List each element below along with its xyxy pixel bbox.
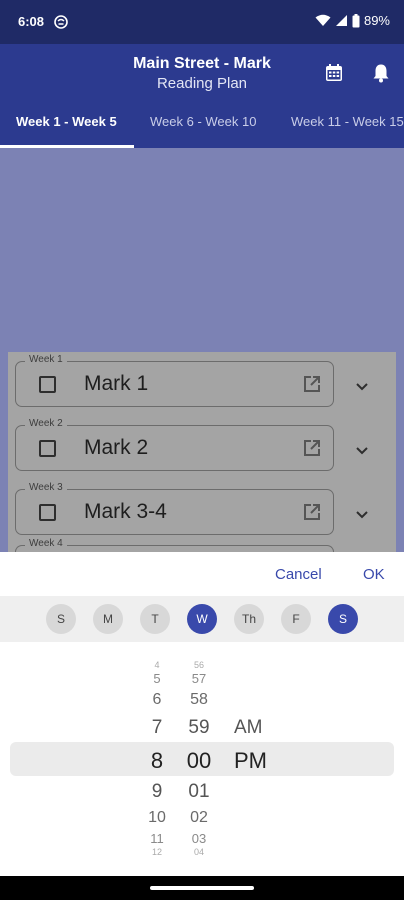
day-toggle-thursday[interactable]: Th: [234, 604, 264, 634]
cancel-button[interactable]: Cancel: [275, 566, 322, 583]
day-toggle-tuesday[interactable]: T: [140, 604, 170, 634]
hour-selected[interactable]: 8: [140, 748, 174, 774]
ok-button[interactable]: OK: [363, 566, 385, 583]
day-toggle-sunday[interactable]: S: [46, 604, 76, 634]
minute-option[interactable]: 01: [180, 781, 218, 803]
calendar-icon: [326, 64, 342, 81]
battery-percent: 89%: [363, 13, 390, 28]
reminder-picker-sheet: Cancel OK S M T W Th F S 4 5 6 7 8 9 10 …: [0, 552, 404, 876]
minute-option[interactable]: 04: [180, 847, 218, 856]
expand-chevron-icon[interactable]: [353, 441, 371, 459]
hour-option[interactable]: 6: [140, 691, 174, 709]
status-bar: 6:08 89%: [0, 0, 404, 44]
day-toggle-monday[interactable]: M: [93, 604, 123, 634]
reading-title: Mark 3-4: [84, 500, 167, 523]
week-label: Week 1: [25, 354, 67, 365]
hour-option[interactable]: 4: [140, 660, 174, 670]
battery-icon: [352, 13, 360, 27]
week-list: Week 1 Mark 1 Week 2 Mark 2 Week 3 Mark …: [8, 352, 396, 565]
minute-option[interactable]: 57: [180, 671, 218, 686]
cell-signal-icon: [335, 15, 347, 26]
status-time: 6:08: [18, 14, 45, 29]
hour-option[interactable]: 9: [140, 781, 174, 803]
tab-week-1-5[interactable]: Week 1 - Week 5: [16, 114, 117, 129]
calendar-button[interactable]: [321, 60, 347, 86]
week-card[interactable]: Week 2 Mark 2: [15, 418, 334, 471]
wifi-icon: [315, 14, 331, 26]
notifications-button[interactable]: [368, 60, 394, 86]
open-link-icon[interactable]: [302, 438, 322, 458]
week-checkbox[interactable]: [39, 504, 56, 521]
minute-option[interactable]: 03: [180, 831, 218, 846]
minute-option[interactable]: 58: [180, 691, 218, 709]
hour-option[interactable]: 10: [140, 809, 174, 827]
day-toggle-wednesday[interactable]: W: [187, 604, 217, 634]
system-nav-bar: [0, 876, 404, 900]
week-checkbox[interactable]: [39, 440, 56, 457]
week-label: Week 4: [25, 538, 67, 549]
reading-title: Mark 2: [84, 436, 149, 459]
open-link-icon[interactable]: [302, 374, 322, 394]
ampm-option[interactable]: AM: [234, 717, 274, 739]
expand-chevron-icon[interactable]: [353, 505, 371, 523]
bell-icon: [373, 64, 389, 83]
open-link-icon[interactable]: [302, 502, 322, 522]
hour-option[interactable]: 12: [140, 847, 174, 856]
hour-option[interactable]: 7: [140, 717, 174, 739]
week-label: Week 2: [25, 418, 67, 429]
day-toggle-friday[interactable]: F: [281, 604, 311, 634]
reading-title: Mark 1: [84, 372, 149, 395]
week-card[interactable]: Week 1 Mark 1: [15, 354, 334, 407]
expand-chevron-icon[interactable]: [353, 377, 371, 395]
main-content: Week 1 Mark 1 Week 2 Mark 2 Week 3 Mark …: [0, 148, 404, 565]
home-gesture-handle[interactable]: [150, 886, 254, 890]
week-checkbox[interactable]: [39, 376, 56, 393]
notification-app-icon: [54, 15, 68, 29]
tab-week-11-15[interactable]: Week 11 - Week 15: [291, 114, 404, 129]
week-card[interactable]: Week 3 Mark 3-4: [15, 482, 334, 535]
status-indicators: 89%: [315, 13, 390, 28]
hour-option[interactable]: 11: [140, 831, 174, 846]
tab-week-6-10[interactable]: Week 6 - Week 10: [150, 114, 256, 129]
week-label: Week 3: [25, 482, 67, 493]
week-tabs: Week 1 - Week 5 Week 6 - Week 10 Week 11…: [0, 104, 404, 148]
ampm-selected[interactable]: PM: [234, 748, 274, 774]
minute-selected[interactable]: 00: [180, 748, 218, 774]
hour-option[interactable]: 5: [140, 671, 174, 686]
minute-option[interactable]: 02: [180, 809, 218, 827]
app-bar: Main Street - Mark Reading Plan Week 1 -…: [0, 44, 404, 148]
day-selector: S M T W Th F S: [0, 596, 404, 642]
day-toggle-saturday[interactable]: S: [328, 604, 358, 634]
minute-option[interactable]: 59: [180, 717, 218, 739]
minute-option[interactable]: 56: [180, 660, 218, 670]
time-picker[interactable]: 4 5 6 7 8 9 10 11 12 56 57 58 59 00 01 0…: [0, 660, 404, 856]
